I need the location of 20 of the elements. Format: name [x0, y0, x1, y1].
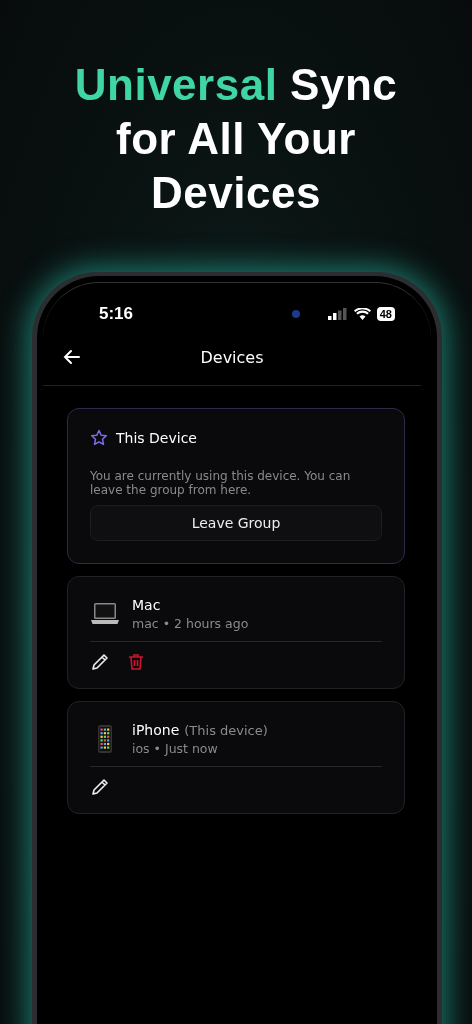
leave-group-button[interactable]: Leave Group	[90, 505, 382, 541]
star-icon	[90, 429, 108, 447]
delete-button[interactable]	[126, 652, 146, 672]
laptop-icon	[90, 601, 120, 627]
status-time: 5:16	[99, 304, 135, 324]
edit-button[interactable]	[90, 777, 110, 797]
edit-button[interactable]	[90, 652, 110, 672]
wifi-icon	[353, 308, 371, 320]
headline: Universal Sync for All Your Devices	[73, 59, 399, 218]
screen-title: Devices	[199, 347, 265, 367]
card-title: This Device	[116, 430, 197, 446]
device-name: iPhone	[132, 722, 180, 738]
signal-icon	[327, 308, 348, 320]
device-tag: (This device)	[184, 722, 268, 738]
device-meta: mac • 2 hours ago	[132, 616, 249, 631]
device-name: Mac	[132, 597, 161, 613]
battery-level: 48	[376, 307, 395, 321]
device-meta: ios • Just now	[132, 741, 219, 756]
card-description: You are currently using this device. You can leave the group from here.	[90, 469, 352, 497]
camera-dot	[291, 310, 300, 318]
